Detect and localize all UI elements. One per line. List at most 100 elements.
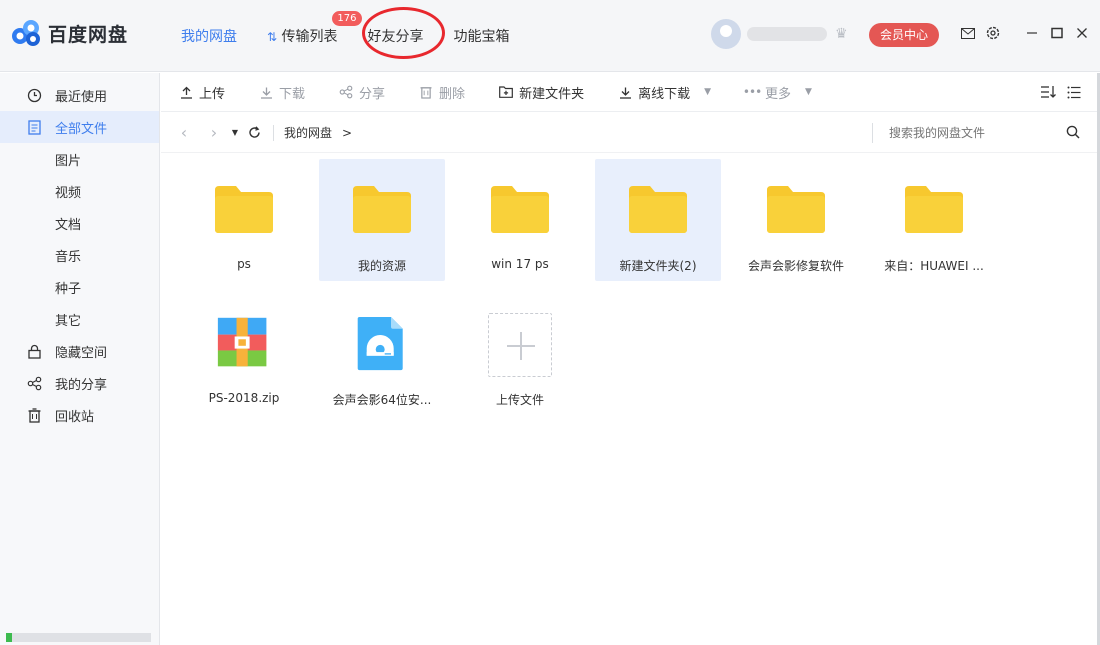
- new-folder-icon: [499, 85, 513, 99]
- button-label: 删除: [439, 86, 466, 102]
- download-icon: [618, 85, 632, 99]
- app-window: 百度网盘 我的网盘 ⇅ 传输列表 176 好友分享 功能宝箱 ♛ 会员中心 最近…: [0, 0, 1100, 645]
- list-view-icon[interactable]: [1065, 84, 1083, 100]
- sidebar-item-hidden-space[interactable]: 隐藏空间: [0, 335, 159, 367]
- folder-icon: [353, 186, 411, 233]
- upload-plus-icon: [488, 313, 552, 377]
- file-tile[interactable]: 会声会影64位安...: [319, 293, 445, 415]
- avatar[interactable]: [711, 19, 741, 49]
- lock-icon: [26, 343, 42, 359]
- file-tile[interactable]: PS-2018.zip: [181, 293, 307, 415]
- nav-my-drive[interactable]: 我的网盘: [181, 26, 237, 46]
- download-icon: [259, 85, 273, 99]
- button-label: 离线下载: [638, 86, 691, 102]
- nav-label: 我的网盘: [181, 29, 237, 45]
- sidebar-item-images[interactable]: 图片: [0, 143, 159, 175]
- file-tile[interactable]: ps: [181, 159, 307, 281]
- share-button[interactable]: 分享: [339, 83, 385, 102]
- button-label: 新建文件夹: [519, 86, 585, 102]
- disc-image-icon: [357, 317, 403, 371]
- download-button[interactable]: 下载: [259, 83, 305, 102]
- file-tile[interactable]: 来自：HUAWEI ...: [871, 159, 997, 281]
- sidebar-item-label: 其它: [55, 313, 82, 329]
- settings-gear-icon[interactable]: [985, 25, 1001, 41]
- search-box: [872, 123, 1082, 143]
- nav-toolbox[interactable]: 功能宝箱: [454, 26, 510, 46]
- breadcrumb-my-drive[interactable]: 我的网盘: [284, 124, 332, 141]
- mail-icon[interactable]: [960, 25, 976, 41]
- nav-label: 功能宝箱: [453, 29, 510, 45]
- breadcrumb-arrow: >: [342, 125, 353, 140]
- minimize-icon[interactable]: [1024, 25, 1040, 41]
- logo[interactable]: 百度网盘: [10, 18, 128, 48]
- sidebar-item-label: 隐藏空间: [55, 345, 108, 361]
- close-icon[interactable]: [1074, 25, 1090, 41]
- sidebar-item-label: 全部文件: [55, 121, 108, 137]
- file-name: 会声会影修复软件: [747, 259, 844, 273]
- sidebar-item-recent[interactable]: 最近使用: [0, 79, 159, 111]
- nav-label: 好友分享: [367, 29, 424, 45]
- maximize-icon[interactable]: [1049, 25, 1065, 41]
- folder-icon: [215, 186, 273, 233]
- window-controls: [960, 25, 1099, 41]
- upload-button[interactable]: 上传: [179, 83, 225, 102]
- sidebar-item-label: 文档: [55, 217, 82, 233]
- baidu-cloud-logo-icon: [12, 20, 40, 46]
- top-bar: 百度网盘 我的网盘 ⇅ 传输列表 176 好友分享 功能宝箱 ♛ 会员中心: [0, 0, 1100, 72]
- sidebar: 最近使用 全部文件 图片 视频 文档 音乐 种子 其它 隐藏空间 我的分享 回收…: [0, 73, 160, 645]
- nav-friend-share[interactable]: 好友分享: [368, 26, 424, 46]
- back-arrow-icon[interactable]: ‹: [177, 123, 191, 142]
- file-tile[interactable]: win 17 ps: [457, 159, 583, 281]
- sidebar-item-label: 音乐: [55, 249, 82, 265]
- file-name: ps: [237, 257, 251, 271]
- nav-label: 传输列表: [281, 29, 338, 45]
- delete-button[interactable]: 删除: [419, 83, 465, 102]
- history-dropdown-icon[interactable]: ▼: [231, 126, 239, 140]
- zip-archive-icon: [217, 317, 267, 367]
- file-name: 会声会影64位安...: [332, 393, 432, 407]
- main-content: 上传 下载 分享 删除 新建文件夹 离线下载 ▼ ••• 更多 ▼ ‹ › ▼ …: [161, 73, 1097, 645]
- caret-down-icon[interactable]: ▼: [805, 87, 812, 97]
- sidebar-item-my-shares[interactable]: 我的分享: [0, 367, 159, 399]
- share-icon: [26, 375, 42, 391]
- button-label: 分享: [359, 86, 386, 102]
- sidebar-item-label: 回收站: [55, 409, 95, 425]
- nav-transfer-list[interactable]: ⇅ 传输列表 176: [267, 11, 362, 46]
- vip-center-button[interactable]: 会员中心: [869, 23, 939, 47]
- sidebar-item-label: 视频: [55, 185, 82, 201]
- path-bar: ‹ › ▼ 我的网盘 >: [161, 113, 1097, 153]
- refresh-icon[interactable]: [247, 126, 261, 140]
- search-icon[interactable]: [1066, 125, 1082, 141]
- share-icon: [339, 85, 353, 99]
- file-name: win 17 ps: [491, 257, 549, 271]
- file-tile[interactable]: 新建文件夹(2): [595, 159, 721, 281]
- more-button[interactable]: ••• 更多 ▼: [742, 83, 812, 102]
- document-icon: [26, 119, 42, 135]
- more-dots-icon: •••: [742, 85, 762, 99]
- sidebar-item-videos[interactable]: 视频: [0, 175, 159, 207]
- new-folder-button[interactable]: 新建文件夹: [499, 83, 584, 102]
- sidebar-item-label: 我的分享: [55, 377, 108, 393]
- user-profile[interactable]: ♛: [711, 19, 848, 49]
- sidebar-item-recycle-bin[interactable]: 回收站: [0, 399, 159, 431]
- path-separator: [273, 124, 274, 141]
- sidebar-item-documents[interactable]: 文档: [0, 207, 159, 239]
- sidebar-item-other[interactable]: 其它: [0, 303, 159, 335]
- file-name: 上传文件: [495, 393, 544, 407]
- sidebar-item-all-files[interactable]: 全部文件: [0, 111, 159, 143]
- file-tile[interactable]: 我的资源: [319, 159, 445, 281]
- sort-icon[interactable]: [1039, 84, 1057, 100]
- file-name: 来自：HUAWEI ...: [884, 259, 984, 273]
- file-tile[interactable]: 会声会影修复软件: [733, 159, 859, 281]
- folder-icon: [767, 186, 825, 233]
- view-options: [1031, 84, 1083, 100]
- sidebar-item-music[interactable]: 音乐: [0, 239, 159, 271]
- sidebar-item-label: 图片: [55, 153, 82, 169]
- upload-file-tile[interactable]: 上传文件: [457, 293, 583, 415]
- forward-arrow-icon[interactable]: ›: [207, 123, 221, 142]
- search-input[interactable]: [889, 126, 1049, 140]
- offline-download-button[interactable]: 离线下载 ▼: [618, 83, 711, 102]
- caret-down-icon[interactable]: ▼: [704, 87, 711, 97]
- sidebar-item-torrents[interactable]: 种子: [0, 271, 159, 303]
- upload-icon: [179, 85, 193, 99]
